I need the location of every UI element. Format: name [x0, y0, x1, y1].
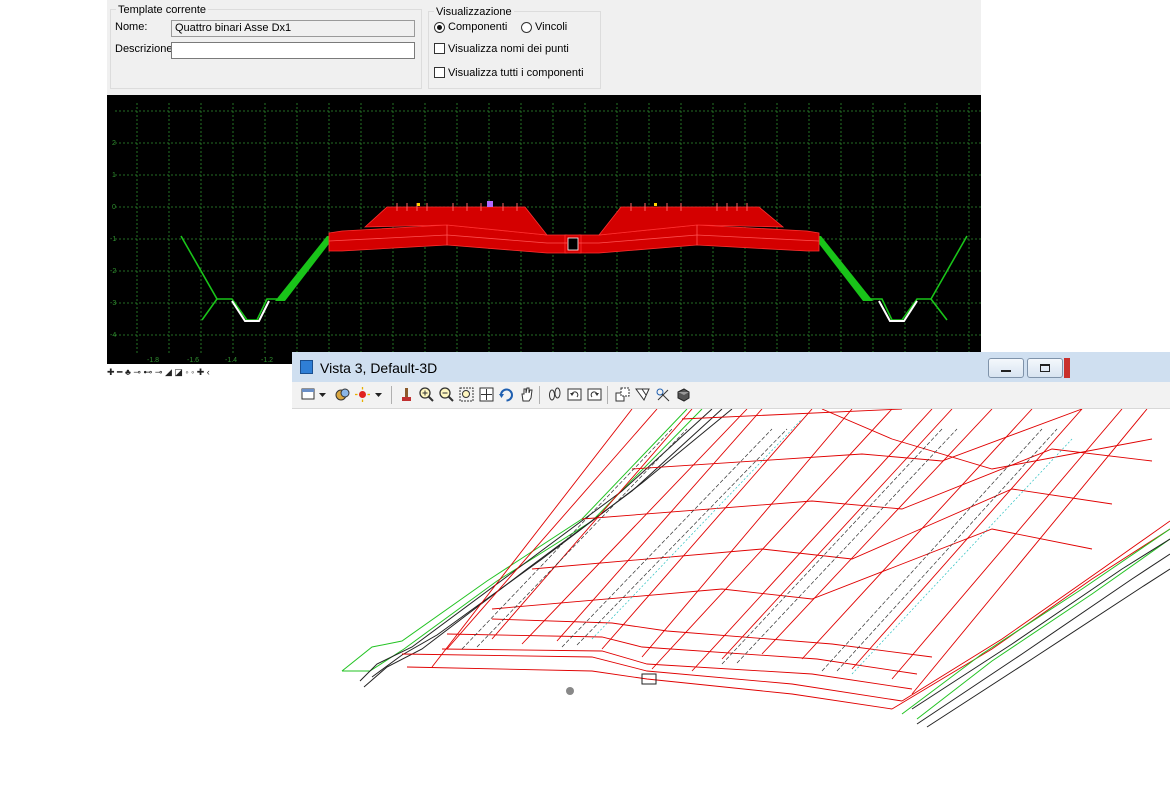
cross-section-x-axis: -1.8 -1.6 -1.4 -1.2	[107, 353, 292, 364]
toolbar-separator	[607, 386, 608, 404]
corridor-3d-model	[341, 408, 1170, 728]
minimize-icon	[1001, 370, 1011, 372]
view-toolbar	[292, 382, 1170, 409]
y-tick: 1	[112, 172, 116, 179]
view-cube-icon	[300, 360, 313, 374]
close-button[interactable]	[1064, 358, 1070, 378]
grid	[115, 103, 981, 353]
window-area-icon[interactable]	[458, 386, 475, 403]
copy-view-icon[interactable]	[614, 386, 631, 403]
maximize-icon	[1040, 364, 1050, 372]
right-edge-green	[901, 528, 1170, 720]
view-target-point	[566, 687, 574, 695]
template-editor-panel: Template corrente Nome: Quattro binari A…	[107, 0, 981, 95]
camera-icon[interactable]	[674, 386, 691, 403]
x-tick: -1.2	[261, 357, 273, 364]
radio-componenti-label: Componenti	[448, 21, 508, 33]
y-tick: -2	[110, 268, 116, 275]
x-tick: -1.8	[147, 357, 159, 364]
pan-view-icon[interactable]	[518, 386, 535, 403]
window-title: Vista 3, Default-3D	[320, 360, 438, 376]
radio-componenti[interactable]	[434, 22, 445, 33]
template-group: Template corrente Nome: Quattro binari A…	[110, 4, 422, 89]
descrizione-label: Descrizione:	[115, 43, 176, 55]
dropdown-arrow-icon[interactable]	[374, 386, 383, 403]
radio-vincoli[interactable]	[521, 22, 532, 33]
zoom-out-icon[interactable]	[438, 386, 455, 403]
descrizione-field[interactable]	[171, 42, 415, 59]
next-view-icon[interactable]	[586, 386, 603, 403]
cross-section-toolbar[interactable]: ✚ ━ ♣ ⊸ ⊷ ⊸ ◢ ◪ ◦ ◦ ✚ ‹	[107, 366, 292, 380]
body-red-lines	[401, 408, 1153, 710]
zoom-in-icon[interactable]	[418, 386, 435, 403]
minimize-button[interactable]	[988, 358, 1024, 378]
selected-point-marker	[487, 201, 493, 207]
track-axis-cyan	[591, 418, 1073, 675]
lighting-icon[interactable]	[354, 386, 371, 403]
rotate-view-icon[interactable]	[498, 386, 515, 403]
radio-vincoli-label: Vincoli	[535, 21, 568, 33]
y-tick: -3	[110, 300, 116, 307]
x-tick: -1.6	[187, 357, 199, 364]
window-titlebar[interactable]: Vista 3, Default-3D	[292, 352, 1170, 382]
toolbar-separator	[539, 386, 540, 404]
view-volume-icon[interactable]	[634, 386, 651, 403]
view-3d-canvas[interactable]	[292, 408, 1170, 800]
y-tick: -4	[110, 332, 116, 339]
ditch-lining	[231, 300, 918, 322]
walk-icon[interactable]	[546, 386, 563, 403]
y-tick: 0	[112, 204, 116, 211]
right-embankment-slope	[813, 236, 873, 301]
y-tick: 2	[112, 140, 116, 147]
template-group-title: Template corrente	[116, 4, 209, 16]
check-tutti-componenti-label: Visualizza tutti i componenti	[448, 67, 584, 79]
maximize-button[interactable]	[1027, 358, 1063, 378]
visualizzazione-group: Visualizzazione Componenti Vincoli Visua…	[428, 6, 601, 89]
display-style-icon[interactable]	[334, 386, 351, 403]
fit-view-icon[interactable]	[478, 386, 495, 403]
clip-volume-icon[interactable]	[654, 386, 671, 403]
template-cross-section-view[interactable]: 2 1 0 -1 -2 -3 -4	[107, 95, 981, 353]
check-nomi-punti-label: Visualizza nomi dei punti	[448, 43, 569, 55]
left-embankment-slope	[275, 236, 335, 301]
update-view-icon[interactable]	[398, 386, 415, 403]
nome-label: Nome:	[115, 21, 148, 33]
view-3d-window: Vista 3, Default-3D	[292, 352, 1170, 800]
x-tick: -1.4	[225, 357, 237, 364]
cross-section-drawing: 2 1 0 -1 -2 -3 -4	[110, 103, 981, 353]
dropdown-arrow-icon[interactable]	[318, 386, 327, 403]
view-attributes-icon[interactable]	[300, 386, 317, 403]
left-edge-green	[341, 408, 703, 672]
toolbar-separator	[391, 386, 392, 404]
culvert-outline	[567, 237, 579, 251]
check-nomi-punti[interactable]	[434, 43, 445, 54]
right-ditch-black	[911, 538, 1170, 728]
visualizzazione-group-title: Visualizzazione	[434, 6, 514, 18]
right-ditch-constraints	[870, 235, 968, 321]
nome-field[interactable]: Quattro binari Asse Dx1	[171, 20, 415, 37]
previous-view-icon[interactable]	[566, 386, 583, 403]
left-ditch-constraints	[180, 235, 277, 321]
check-tutti-componenti[interactable]	[434, 67, 445, 78]
y-axis-ticks: 2 1 0 -1 -2 -3 -4	[110, 140, 116, 339]
left-ditch-black	[359, 408, 733, 688]
y-tick: -1	[110, 236, 116, 243]
